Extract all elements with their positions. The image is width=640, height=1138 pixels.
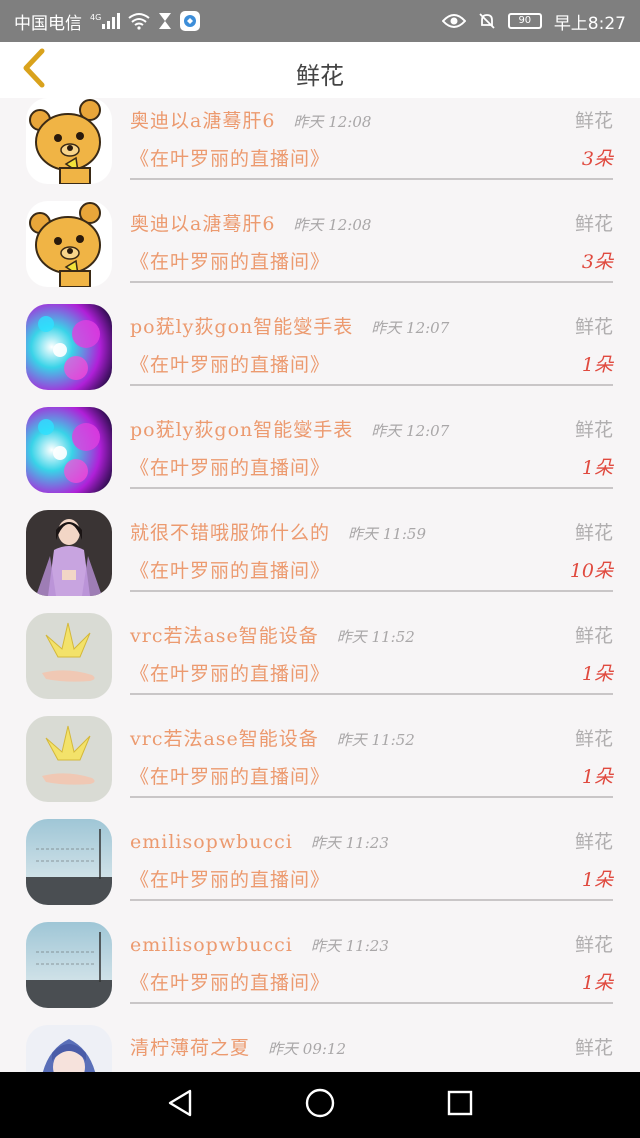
sender-name: po莸ly荻gon智能燮手表: [130, 419, 354, 441]
gift-type: 鲜花: [574, 316, 613, 338]
sender-name: vrc若法ase智能设备: [130, 625, 319, 647]
gift-count: 1朵: [581, 354, 613, 376]
page-title: 鲜花: [296, 62, 344, 90]
nav-home-button[interactable]: [300, 1085, 340, 1125]
gift-count: 1朵: [581, 869, 613, 891]
gift-count: 1朵: [581, 663, 613, 685]
timestamp: 昨天 12:08: [293, 216, 372, 234]
item-body: emilisopwbucci 昨天 11:23 鲜花 《在叶罗丽的直播间》 1朵: [130, 922, 613, 1004]
gift-count: 1朵: [581, 457, 613, 479]
paper-crane-avatar: [26, 613, 112, 699]
nav-back-button[interactable]: [160, 1085, 200, 1125]
battery-icon: 90: [507, 13, 542, 29]
app-notification-icon: [180, 11, 200, 31]
network-label: 4G: [90, 13, 101, 22]
item-body: 奥迪以a溏蓦肝6 昨天 12:08 鲜花 《在叶罗丽的直播间》 3朵: [130, 98, 613, 180]
gift-count: 1朵: [581, 766, 613, 788]
timestamp: 昨天 12:08: [293, 113, 372, 131]
timestamp: 昨天 09:12: [268, 1040, 347, 1058]
gift-type: 鲜花: [574, 213, 613, 235]
list-item[interactable]: 就很不错哦服饰什么的 昨天 11:59 鲜花 《在叶罗丽的直播间》 10朵: [0, 510, 640, 613]
item-body: 奥迪以a溏蓦肝6 昨天 12:08 鲜花 《在叶罗丽的直播间》 3朵: [130, 201, 613, 283]
room-name: 《在叶罗丽的直播间》: [130, 869, 331, 891]
item-body: vrc若法ase智能设备 昨天 11:52 鲜花 《在叶罗丽的直播间》 1朵: [130, 716, 613, 798]
triangle-back-icon: [166, 1088, 194, 1122]
sender-name: 清柠薄荷之夏: [130, 1037, 251, 1059]
gift-type: 鲜花: [574, 1037, 613, 1059]
gift-type: 鲜花: [574, 934, 613, 956]
gift-record-list[interactable]: 奥迪以a溏蓦肝6 昨天 12:08 鲜花 《在叶罗丽的直播间》 3朵 奥迪以a溏…: [0, 98, 640, 1072]
wifi-icon: [128, 12, 150, 30]
carrier-label: 中国电信: [14, 13, 82, 34]
bear-avatar: [26, 98, 112, 184]
list-item[interactable]: 奥迪以a溏蓦肝6 昨天 12:08 鲜花 《在叶罗丽的直播间》 3朵: [0, 98, 640, 201]
nav-recents-button[interactable]: [440, 1085, 480, 1125]
sparkle-avatar: [26, 304, 112, 390]
gift-type: 鲜花: [574, 522, 613, 544]
timestamp: 昨天 11:23: [310, 937, 389, 955]
header: 鲜花: [0, 42, 640, 98]
gift-type: 鲜花: [574, 110, 613, 132]
list-item[interactable]: emilisopwbucci 昨天 11:23 鲜花 《在叶罗丽的直播间》 1朵: [0, 922, 640, 1025]
mute-bell-icon: [478, 12, 496, 30]
sender-name: 就很不错哦服饰什么的: [130, 522, 331, 544]
gift-type: 鲜花: [574, 625, 613, 647]
girl-avatar: [26, 510, 112, 596]
list-item[interactable]: vrc若法ase智能设备 昨天 11:52 鲜花 《在叶罗丽的直播间》 1朵: [0, 613, 640, 716]
timestamp: 昨天 12:07: [371, 422, 450, 440]
bear-avatar: [26, 201, 112, 287]
eye-icon: [441, 13, 466, 29]
clock-label: 早上8:27: [553, 13, 626, 34]
sender-name: 奥迪以a溏蓦肝6: [130, 213, 276, 235]
circle-home-icon: [304, 1087, 336, 1123]
paper-crane-avatar: [26, 716, 112, 802]
list-item[interactable]: 清柠薄荷之夏 昨天 09:12 鲜花: [0, 1025, 640, 1072]
sparkle-avatar: [26, 407, 112, 493]
timestamp: 昨天 11:23: [310, 834, 389, 852]
room-name: 《在叶罗丽的直播间》: [130, 663, 331, 685]
room-name: 《在叶罗丽的直播间》: [130, 972, 331, 994]
status-bar: 中国电信 4G 90 早上8:27: [0, 0, 640, 42]
gift-type: 鲜花: [574, 728, 613, 750]
timestamp: 昨天 11:52: [336, 731, 415, 749]
item-body: vrc若法ase智能设备 昨天 11:52 鲜花 《在叶罗丽的直播间》 1朵: [130, 613, 613, 695]
gift-type: 鲜花: [574, 831, 613, 853]
road-avatar: [26, 819, 112, 905]
list-item[interactable]: 奥迪以a溏蓦肝6 昨天 12:08 鲜花 《在叶罗丽的直播间》 3朵: [0, 201, 640, 304]
room-name: 《在叶罗丽的直播间》: [130, 354, 331, 376]
sender-name: emilisopwbucci: [130, 831, 293, 853]
sender-name: po莸ly荻gon智能燮手表: [130, 316, 354, 338]
gift-count: 10朵: [569, 560, 613, 582]
room-name: 《在叶罗丽的直播间》: [130, 766, 331, 788]
list-item[interactable]: po莸ly荻gon智能燮手表 昨天 12:07 鲜花 《在叶罗丽的直播间》 1朵: [0, 407, 640, 510]
item-body: 就很不错哦服饰什么的 昨天 11:59 鲜花 《在叶罗丽的直播间》 10朵: [130, 510, 613, 592]
hourglass-icon: [158, 12, 172, 30]
square-recents-icon: [446, 1089, 474, 1121]
timestamp: 昨天 12:07: [371, 319, 450, 337]
timestamp: 昨天 11:59: [348, 525, 427, 543]
sender-name: vrc若法ase智能设备: [130, 728, 319, 750]
gift-count: 3朵: [581, 148, 613, 170]
item-body: po莸ly荻gon智能燮手表 昨天 12:07 鲜花 《在叶罗丽的直播间》 1朵: [130, 304, 613, 386]
anime-girl-avatar: [26, 1025, 112, 1072]
list-item[interactable]: vrc若法ase智能设备 昨天 11:52 鲜花 《在叶罗丽的直播间》 1朵: [0, 716, 640, 819]
room-name: 《在叶罗丽的直播间》: [130, 251, 331, 273]
item-body: po莸ly荻gon智能燮手表 昨天 12:07 鲜花 《在叶罗丽的直播间》 1朵: [130, 407, 613, 489]
road-avatar: [26, 922, 112, 1008]
item-body: 清柠薄荷之夏 昨天 09:12 鲜花: [130, 1025, 613, 1072]
sender-name: 奥迪以a溏蓦肝6: [130, 110, 276, 132]
gift-count: 1朵: [581, 972, 613, 994]
signal-icon: 4G: [90, 12, 120, 30]
room-name: 《在叶罗丽的直播间》: [130, 560, 331, 582]
system-nav-bar: [0, 1072, 640, 1138]
list-item[interactable]: po莸ly荻gon智能燮手表 昨天 12:07 鲜花 《在叶罗丽的直播间》 1朵: [0, 304, 640, 407]
gift-type: 鲜花: [574, 419, 613, 441]
item-body: emilisopwbucci 昨天 11:23 鲜花 《在叶罗丽的直播间》 1朵: [130, 819, 613, 901]
room-name: 《在叶罗丽的直播间》: [130, 457, 331, 479]
list-item[interactable]: emilisopwbucci 昨天 11:23 鲜花 《在叶罗丽的直播间》 1朵: [0, 819, 640, 922]
gift-count: 3朵: [581, 251, 613, 273]
room-name: 《在叶罗丽的直播间》: [130, 148, 331, 170]
timestamp: 昨天 11:52: [336, 628, 415, 646]
sender-name: emilisopwbucci: [130, 934, 293, 956]
